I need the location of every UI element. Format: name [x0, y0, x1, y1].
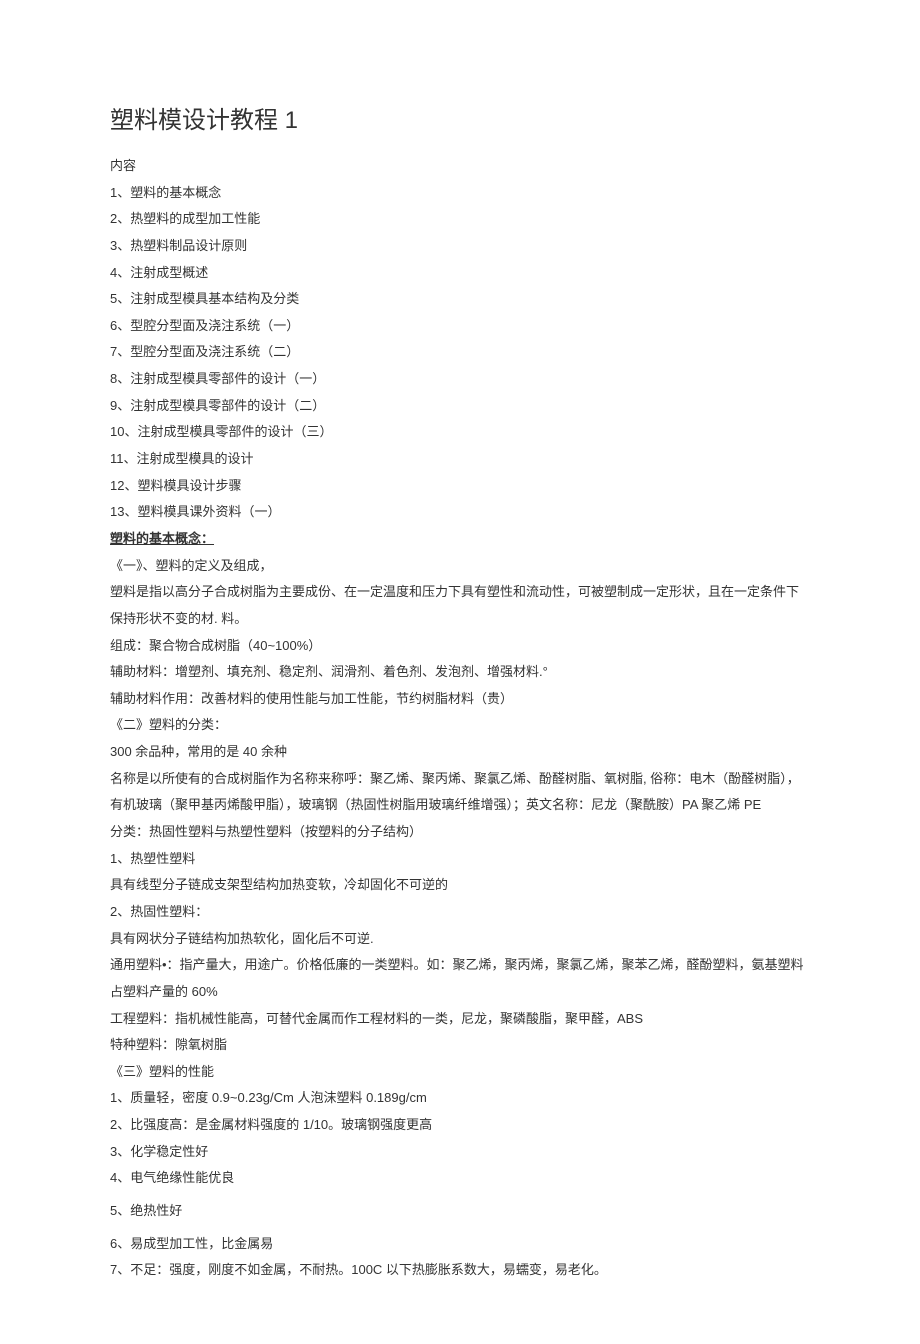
toc-item: 6、型腔分型面及浇注系统（一）: [110, 313, 810, 340]
toc-item: 7、型腔分型面及浇注系统（二）: [110, 339, 810, 366]
body-line: 5、绝热性好: [110, 1198, 810, 1225]
body-line: 2、热固性塑料：: [110, 899, 810, 926]
body-line: 具有网状分子链结构加热软化，固化后不可逆.: [110, 926, 810, 953]
toc-item: 13、塑料模具课外资料（一）: [110, 499, 810, 526]
body-line: 《一》、塑料的定义及组成，: [110, 553, 810, 580]
body-line: 6、易成型加工性，比金属易: [110, 1231, 810, 1258]
body-line: 2、比强度高：是金属材料强度的 1/10。玻璃钢强度更高: [110, 1112, 810, 1139]
body-line: 1、热塑性塑料: [110, 846, 810, 873]
toc-item: 11、注射成型模具的设计: [110, 446, 810, 473]
toc-item: 5、注射成型模具基本结构及分类: [110, 286, 810, 313]
body-line: 特种塑料：隙氧树脂: [110, 1032, 810, 1059]
body-line: 300 余品种，常用的是 40 余种: [110, 739, 810, 766]
body-line: 工程塑料：指机械性能高，可替代金属而作工程材料的一类，尼龙，聚磷酸脂，聚甲醛，A…: [110, 1006, 810, 1033]
content-header: 内容: [110, 153, 810, 180]
body-line: 分类：热固性塑料与热塑性塑料（按塑料的分子结构）: [110, 819, 810, 846]
document-page: 塑料模设计教程 1 内容 1、塑料的基本概念 2、热塑料的成型加工性能 3、热塑…: [0, 0, 920, 1344]
toc-item: 8、注射成型模具零部件的设计（一）: [110, 366, 810, 393]
body-line: 组成：聚合物合成树脂（40~100%）: [110, 633, 810, 660]
body-line: 塑料是指以高分子合成树脂为主要成份、在一定温度和压力下具有塑性和流动性，可被塑制…: [110, 579, 810, 632]
toc-item: 4、注射成型概述: [110, 260, 810, 287]
body-line: 辅助材料作用：改善材料的使用性能与加工性能，节约树脂材料（贵）: [110, 686, 810, 713]
body-line: 名称是以所使有的合成树脂作为名称来称呼：聚乙烯、聚丙烯、聚氯乙烯、酚醛树脂、氧树…: [110, 766, 810, 819]
body-line: 1、质量轻，密度 0.9~0.23g/Cm 人泡沫塑料 0.189g/cm: [110, 1085, 810, 1112]
body-line: 《三》塑料的性能: [110, 1059, 810, 1086]
body-line: 3、化学稳定性好: [110, 1139, 810, 1166]
toc-item: 1、塑料的基本概念: [110, 180, 810, 207]
toc-item: 12、塑料模具设计步骤: [110, 473, 810, 500]
body-line: 通用塑料•：指产量大，用途广。价格低廉的一类塑料。如：聚乙烯，聚丙烯，聚氯乙烯，…: [110, 952, 810, 1005]
body-line: 具有线型分子链成支架型结构加热变软，冷却固化不可逆的: [110, 872, 810, 899]
toc-item: 9、注射成型模具零部件的设计（二）: [110, 393, 810, 420]
body-line: 《二》塑料的分类：: [110, 712, 810, 739]
body-line: 辅助材料：增塑剂、填充剂、稳定剂、润滑剂、着色剂、发泡剂、增强材料.°: [110, 659, 810, 686]
toc-item: 3、热塑料制品设计原则: [110, 233, 810, 260]
section-heading: 塑料的基本概念：: [110, 526, 810, 553]
toc-item: 2、热塑料的成型加工性能: [110, 206, 810, 233]
body-line: 4、电气绝缘性能优良: [110, 1165, 810, 1192]
body-line: 7、不足：强度，刚度不如金属，不耐热。100C 以下热膨胀系数大，易蠕变，易老化…: [110, 1257, 810, 1284]
toc-item: 10、注射成型模具零部件的设计（三）: [110, 419, 810, 446]
page-title: 塑料模设计教程 1: [110, 100, 810, 135]
section-heading-text: 塑料的基本概念：: [110, 531, 214, 546]
